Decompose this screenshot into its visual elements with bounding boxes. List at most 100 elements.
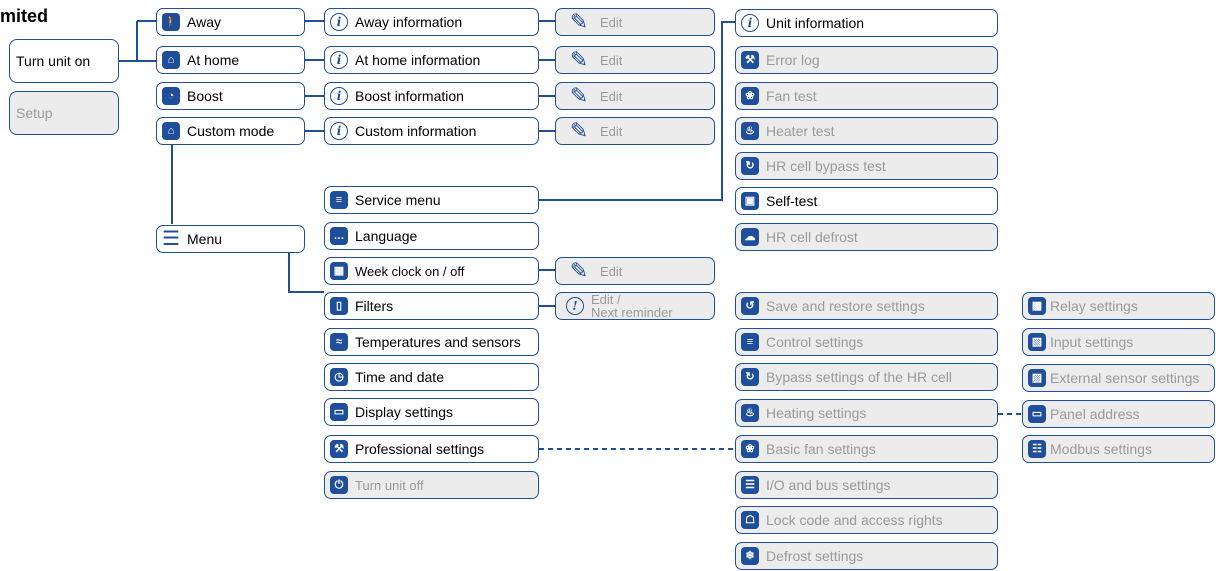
calendar-icon: ▦ [330, 262, 348, 280]
pencil-icon: ✎ [569, 258, 589, 283]
service-error-log[interactable]: ⚒ Error log [735, 46, 998, 74]
service-item-label: HR cell defrost [766, 229, 858, 245]
menu-item-service[interactable]: ≡ Service menu [324, 186, 539, 214]
at-home-edit-button[interactable]: ✎ Edit [555, 46, 715, 74]
service-item-label: Fan test [766, 88, 817, 104]
pro-control[interactable]: ≡ Control settings [735, 328, 998, 356]
defrost-icon: ☁ [741, 228, 759, 246]
menu-item-temperatures[interactable]: ≈ Temperatures and sensors [324, 328, 539, 356]
service-hr-bypass-test[interactable]: ↻ HR cell bypass test [735, 152, 998, 180]
pro-defrost[interactable]: ❄ Defrost settings [735, 542, 998, 570]
heating-modbus[interactable]: ☷ Modbus settings [1022, 435, 1215, 463]
bypass-icon: ↻ [741, 368, 759, 386]
pro-io-bus[interactable]: ☰ I/O and bus settings [735, 471, 998, 499]
service-menu-icon: ≡ [330, 191, 348, 209]
pro-heating[interactable]: ♨ Heating settings [735, 399, 998, 427]
heater-icon: ♨ [741, 404, 759, 422]
relay-icon: ▩ [1028, 297, 1046, 315]
boost-edit-button[interactable]: ✎ Edit [555, 82, 715, 110]
pro-item-label: Heating settings [766, 405, 867, 421]
away-info-button[interactable]: i Away information [324, 8, 539, 36]
service-fan-test[interactable]: ❀ Fan test [735, 82, 998, 110]
pencil-icon: ✎ [569, 83, 589, 108]
mode-custom[interactable]: ⌂ Custom mode [156, 117, 305, 145]
pro-item-label: Defrost settings [766, 548, 864, 564]
custom-info-button[interactable]: i Custom information [324, 117, 539, 145]
pro-save-restore[interactable]: ↺ Save and restore settings [735, 292, 998, 320]
at-home-info-button[interactable]: i At home information [324, 46, 539, 74]
menu-item-display[interactable]: ▭ Display settings [324, 398, 539, 426]
pencil-icon: ✎ [569, 118, 589, 143]
menu-item-label: Service menu [355, 192, 441, 208]
service-item-label: Self-test [766, 193, 818, 209]
pro-item-label: Save and restore settings [766, 298, 925, 314]
mode-boost[interactable]: ◔ Boost [156, 82, 305, 110]
custom-edit-button[interactable]: ✎ Edit [555, 117, 715, 145]
custom-info-label: Custom information [355, 123, 477, 139]
menu-item-filters[interactable]: ▯ Filters [324, 292, 539, 320]
turn-unit-on-button[interactable]: Turn unit on [9, 39, 119, 83]
service-unit-information[interactable]: i Unit information [735, 9, 998, 37]
lock-icon: ☖ [741, 511, 759, 529]
sensor-icon: ▨ [1028, 369, 1046, 387]
heating-external-sensor[interactable]: ▨ External sensor settings [1022, 364, 1215, 392]
heating-panel-address[interactable]: ▭ Panel address [1022, 400, 1215, 428]
service-self-test[interactable]: ▣ Self-test [735, 187, 998, 215]
fan-icon: ❀ [741, 440, 759, 458]
service-item-label: HR cell bypass test [766, 158, 886, 174]
heater-icon: ♨ [741, 122, 759, 140]
pencil-icon: ✎ [569, 47, 589, 72]
service-item-label: Unit information [766, 15, 865, 31]
boost-info-button[interactable]: i Boost information [324, 82, 539, 110]
pro-item-label: Bypass settings of the HR cell [766, 369, 952, 385]
heating-relay[interactable]: ▩ Relay settings [1022, 292, 1215, 320]
menu-item-week-clock[interactable]: ▦ Week clock on / off [324, 257, 539, 285]
away-info-label: Away information [355, 14, 463, 30]
pro-lock-code[interactable]: ☖ Lock code and access rights [735, 506, 998, 534]
boost-info-label: Boost information [355, 88, 464, 104]
menu-item-language[interactable]: … Language [324, 222, 539, 250]
heating-item-label: Panel address [1050, 406, 1140, 422]
pencil-icon: ✎ [569, 9, 589, 34]
pro-item-label: Basic fan settings [766, 441, 876, 457]
fan-icon: ❀ [741, 87, 759, 105]
menu-item-label: Language [355, 228, 418, 244]
power-icon: ⏻ [330, 476, 348, 494]
filters-edit-button[interactable]: ! Edit / Next reminder [555, 292, 715, 320]
alert-icon: ! [566, 297, 584, 315]
walk-icon: 🚶 [162, 13, 180, 31]
custom-home-icon: ⌂ [162, 122, 180, 140]
service-heater-test[interactable]: ♨ Heater test [735, 117, 998, 145]
menu-item-label: Professional settings [355, 441, 485, 457]
heating-input[interactable]: ▧ Input settings [1022, 328, 1215, 356]
info-icon: i [330, 122, 348, 140]
io-bus-icon: ☰ [741, 476, 759, 494]
heating-item-label: Modbus settings [1050, 441, 1152, 457]
control-icon: ≡ [741, 333, 759, 351]
menu-item-time-date[interactable]: ◷ Time and date [324, 363, 539, 391]
mode-at-home-label: At home [187, 52, 240, 68]
menu-item-label: Temperatures and sensors [355, 334, 521, 350]
away-edit-button[interactable]: ✎ Edit [555, 8, 715, 36]
pro-basic-fan[interactable]: ❀ Basic fan settings [735, 435, 998, 463]
week-clock-edit-label: Edit [600, 263, 623, 279]
menu-item-professional[interactable]: ⚒ Professional settings [324, 435, 539, 463]
input-icon: ▧ [1028, 333, 1046, 351]
pro-bypass[interactable]: ↻ Bypass settings of the HR cell [735, 363, 998, 391]
service-item-label: Heater test [766, 123, 835, 139]
menu-button[interactable]: ☰ Menu [156, 225, 305, 253]
tools-icon: ⚒ [741, 51, 759, 69]
setup-button[interactable]: Setup [9, 91, 119, 135]
mode-at-home[interactable]: ⌂ At home [156, 46, 305, 74]
menu-item-label: Display settings [355, 404, 454, 420]
tools-icon: ⚒ [330, 440, 348, 458]
modbus-icon: ☷ [1028, 440, 1046, 458]
menu-item-turn-off[interactable]: ⏻ Turn unit off [324, 471, 539, 499]
week-clock-edit-button[interactable]: ✎ Edit [555, 257, 715, 285]
sensor-icon: ≈ [330, 333, 348, 351]
pro-item-label: Control settings [766, 334, 864, 350]
mode-away[interactable]: 🚶 Away [156, 8, 305, 36]
away-edit-label: Edit [600, 14, 623, 30]
menu-item-label: Filters [355, 298, 394, 314]
service-hr-defrost[interactable]: ☁ HR cell defrost [735, 223, 998, 251]
